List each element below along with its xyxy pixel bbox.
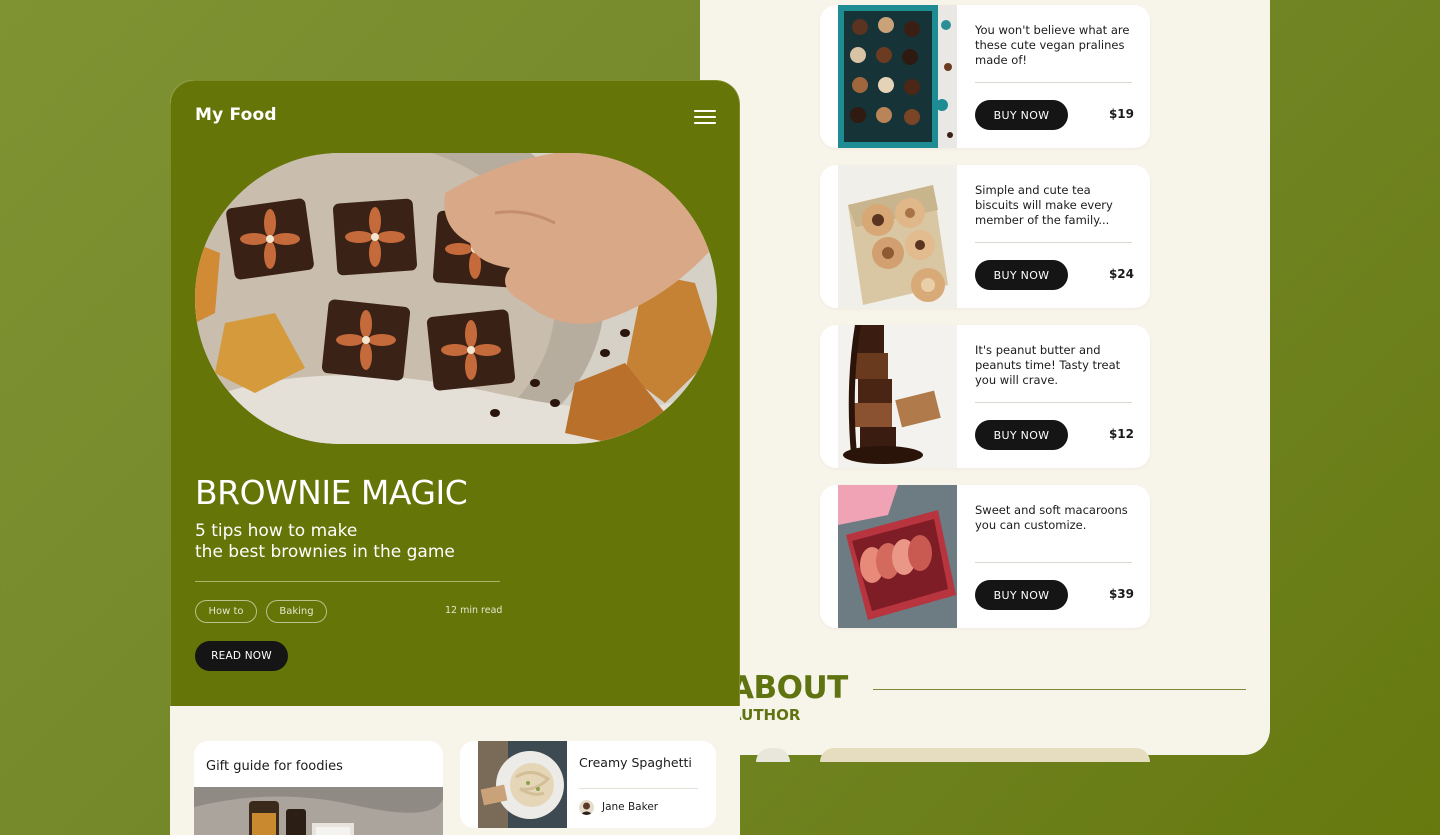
card-divider [579, 788, 698, 789]
author-avatar-peek [756, 748, 790, 762]
hamburger-menu-icon[interactable] [692, 107, 718, 127]
read-time: 12 min read [445, 605, 503, 616]
product-page: You won't believe what are these cute ve… [700, 0, 1270, 762]
hero-title: BROWNIE MAGIC [195, 473, 468, 512]
about-title: ABOUT [730, 670, 848, 706]
tag-baking[interactable]: Baking [266, 600, 327, 623]
peanut-chocolate-image [838, 325, 957, 468]
product-divider [975, 402, 1132, 403]
hero-subtitle-line-1: 5 tips how to make [195, 521, 358, 541]
product-divider [975, 562, 1132, 563]
product-description: Sweet and soft macaroons you can customi… [975, 503, 1128, 532]
author-avatar [579, 800, 594, 815]
spaghetti-image [478, 741, 567, 828]
product-description: You won't believe what are these cute ve… [975, 23, 1130, 67]
logo[interactable]: My Food [195, 105, 277, 125]
about-subtitle: AUTHOR [730, 706, 801, 724]
about-divider [873, 689, 1246, 690]
product-price: $19 [1108, 107, 1134, 121]
hero-subtitle: 5 tips how to make the best brownies in … [195, 521, 535, 563]
product-price: $39 [1108, 587, 1134, 601]
product-card-biscuits[interactable]: Simple and cute tea biscuits will make e… [820, 165, 1150, 308]
product-description: It's peanut butter and peanuts time! Tas… [975, 343, 1121, 387]
product-price: $24 [1108, 267, 1134, 281]
product-divider [975, 242, 1132, 243]
hero-divider [195, 581, 500, 582]
hero-subtitle-line-2: the best brownies in the game [195, 542, 455, 562]
author-name: Jane Baker [602, 801, 659, 813]
brownies-hero-image [195, 153, 717, 444]
macaroons-image [838, 485, 957, 628]
read-now-button[interactable]: READ NOW [195, 641, 288, 671]
product-divider [975, 82, 1132, 83]
product-price: $12 [1108, 427, 1134, 441]
product-description: Simple and cute tea biscuits will make e… [975, 183, 1113, 227]
product-card-macaroons[interactable]: Sweet and soft macaroons you can customi… [820, 485, 1150, 628]
gift-guide-image [194, 787, 443, 835]
author-card-peek [820, 748, 1150, 762]
creamy-spaghetti-card[interactable]: Creamy Spaghetti Jane Baker [460, 741, 716, 828]
product-card-peanut[interactable]: It's peanut butter and peanuts time! Tas… [820, 325, 1150, 468]
product-card-pralines[interactable]: You won't believe what are these cute ve… [820, 5, 1150, 148]
tag-how-to[interactable]: How to [195, 600, 257, 623]
buy-now-button[interactable]: BUY NOW [975, 420, 1068, 450]
biscuits-image [838, 165, 957, 308]
pralines-image [838, 5, 957, 148]
gift-guide-title: Gift guide for foodies [206, 759, 343, 774]
gift-guide-card[interactable]: Gift guide for foodies [194, 741, 443, 835]
buy-now-button[interactable]: BUY NOW [975, 260, 1068, 290]
spaghetti-title: Creamy Spaghetti [579, 755, 692, 770]
mobile-page: My Food BROWNIE MAGIC 5 tips how to make… [170, 80, 740, 835]
buy-now-button[interactable]: BUY NOW [975, 580, 1068, 610]
hero-section: My Food BROWNIE MAGIC 5 tips how to make… [170, 80, 740, 706]
buy-now-button[interactable]: BUY NOW [975, 100, 1068, 130]
